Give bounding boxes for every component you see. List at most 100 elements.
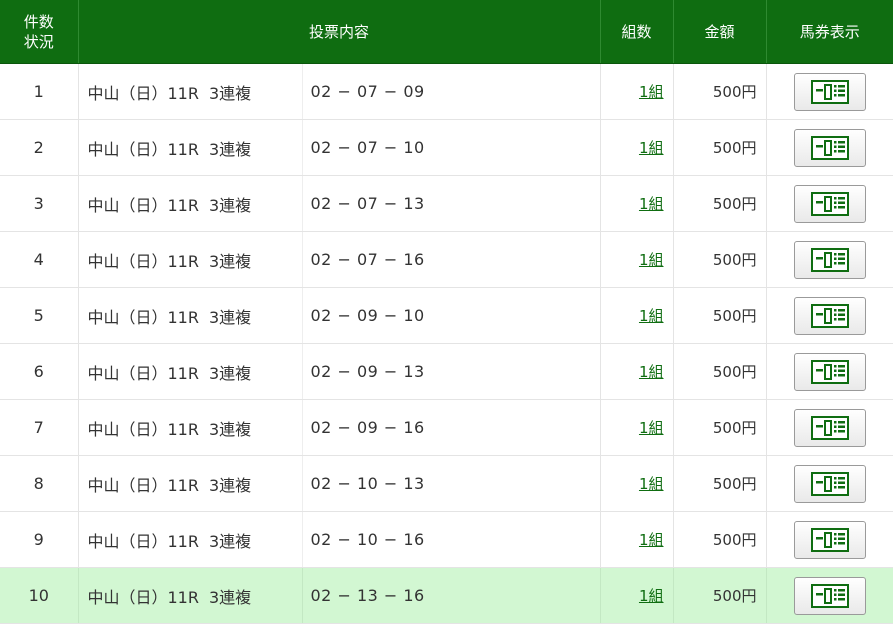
- ticket-cell: [766, 119, 893, 176]
- row-number: 1: [0, 63, 79, 120]
- ticket-icon: [810, 247, 849, 272]
- table-row: 9 中山（日）11R 3連複 02 − 10 − 16 1組 500円: [0, 511, 893, 568]
- ticket-display-button[interactable]: [793, 296, 866, 335]
- header-count-status: 件数 状況: [0, 0, 79, 64]
- kumi-cell: 1組: [600, 287, 674, 344]
- kumi-link[interactable]: 1組: [639, 475, 664, 493]
- table-row: 6 中山（日）11R 3連複 02 − 09 − 13 1組 500円: [0, 343, 893, 400]
- bet-amount: 500円: [673, 455, 767, 512]
- ticket-cell: [766, 231, 893, 288]
- race-cell: 中山（日）11R 3連複: [78, 119, 303, 176]
- ticket-icon: [810, 79, 849, 104]
- header-status-label: 状況: [23, 32, 54, 51]
- ticket-display-button[interactable]: [793, 408, 866, 447]
- kumi-cell: 1組: [600, 567, 674, 624]
- table-header-row: 件数 状況 投票内容 組数 金額 馬券表示: [0, 0, 893, 64]
- bet-type: 3連複: [208, 531, 252, 551]
- kumi-cell: 1組: [600, 63, 674, 120]
- race-cell: 中山（日）11R 3連複: [78, 231, 303, 288]
- ticket-cell: [766, 175, 893, 232]
- horse-combination: 02 − 07 − 09: [302, 63, 601, 120]
- race-venue: 中山（日）11R: [87, 139, 199, 159]
- kumi-link[interactable]: 1組: [639, 251, 664, 269]
- horse-combination: 02 − 13 − 16: [302, 567, 601, 624]
- ticket-icon: [810, 135, 849, 160]
- row-number: 6: [0, 343, 79, 400]
- bet-type: 3連複: [208, 251, 252, 271]
- table-row: 10 中山（日）11R 3連複 02 − 13 − 16 1組 500円: [0, 567, 893, 624]
- ticket-display-button[interactable]: [793, 240, 866, 279]
- table-row: 8 中山（日）11R 3連複 02 − 10 − 13 1組 500円: [0, 455, 893, 512]
- ticket-display-button[interactable]: [793, 464, 866, 503]
- bet-type: 3連複: [208, 475, 252, 495]
- horse-combination: 02 − 10 − 16: [302, 511, 601, 568]
- ticket-display-button[interactable]: [793, 576, 866, 615]
- kumi-cell: 1組: [600, 399, 674, 456]
- race-venue: 中山（日）11R: [87, 475, 199, 495]
- kumi-link[interactable]: 1組: [639, 531, 664, 549]
- row-number: 8: [0, 455, 79, 512]
- race-cell: 中山（日）11R 3連複: [78, 287, 303, 344]
- race-venue: 中山（日）11R: [87, 251, 199, 271]
- horse-combination: 02 − 07 − 13: [302, 175, 601, 232]
- table-row: 7 中山（日）11R 3連複 02 − 09 − 16 1組 500円: [0, 399, 893, 456]
- ticket-display-button[interactable]: [793, 72, 866, 111]
- kumi-link[interactable]: 1組: [639, 587, 664, 605]
- race-venue: 中山（日）11R: [87, 531, 199, 551]
- bet-type: 3連複: [208, 139, 252, 159]
- ticket-icon: [810, 583, 849, 608]
- ticket-display-button[interactable]: [793, 184, 866, 223]
- bet-amount: 500円: [673, 511, 767, 568]
- kumi-link[interactable]: 1組: [639, 139, 664, 157]
- race-cell: 中山（日）11R 3連複: [78, 343, 303, 400]
- race-cell: 中山（日）11R 3連複: [78, 567, 303, 624]
- kumi-link[interactable]: 1組: [639, 307, 664, 325]
- ticket-cell: [766, 511, 893, 568]
- header-count-label: 件数: [23, 12, 54, 31]
- race-cell: 中山（日）11R 3連複: [78, 511, 303, 568]
- table-row: 5 中山（日）11R 3連複 02 − 09 − 10 1組 500円: [0, 287, 893, 344]
- bet-type: 3連複: [208, 419, 252, 439]
- header-amount: 金額: [673, 0, 767, 64]
- ticket-display-button[interactable]: [793, 352, 866, 391]
- race-venue: 中山（日）11R: [87, 195, 199, 215]
- bet-amount: 500円: [673, 175, 767, 232]
- bet-type: 3連複: [208, 195, 252, 215]
- kumi-cell: 1組: [600, 119, 674, 176]
- ticket-icon: [810, 191, 849, 216]
- row-number: 4: [0, 231, 79, 288]
- race-cell: 中山（日）11R 3連複: [78, 455, 303, 512]
- kumi-link[interactable]: 1組: [639, 363, 664, 381]
- bet-amount: 500円: [673, 63, 767, 120]
- ticket-cell: [766, 399, 893, 456]
- table-row: 4 中山（日）11R 3連複 02 − 07 − 16 1組 500円: [0, 231, 893, 288]
- row-number: 7: [0, 399, 79, 456]
- header-kumi: 組数: [600, 0, 674, 64]
- ticket-icon: [810, 303, 849, 328]
- kumi-link[interactable]: 1組: [639, 195, 664, 213]
- bet-type: 3連複: [208, 307, 252, 327]
- ticket-cell: [766, 63, 893, 120]
- bet-amount: 500円: [673, 231, 767, 288]
- ticket-display-button[interactable]: [793, 128, 866, 167]
- kumi-link[interactable]: 1組: [639, 83, 664, 101]
- bet-type: 3連複: [208, 587, 252, 607]
- race-cell: 中山（日）11R 3連複: [78, 399, 303, 456]
- race-cell: 中山（日）11R 3連複: [78, 175, 303, 232]
- race-venue: 中山（日）11R: [87, 307, 199, 327]
- row-number: 3: [0, 175, 79, 232]
- ticket-cell: [766, 343, 893, 400]
- kumi-link[interactable]: 1組: [639, 419, 664, 437]
- horse-combination: 02 − 07 − 16: [302, 231, 601, 288]
- kumi-cell: 1組: [600, 511, 674, 568]
- horse-combination: 02 − 09 − 16: [302, 399, 601, 456]
- ticket-display-button[interactable]: [793, 520, 866, 559]
- kumi-cell: 1組: [600, 175, 674, 232]
- bet-amount: 500円: [673, 119, 767, 176]
- race-venue: 中山（日）11R: [87, 83, 199, 103]
- table-body: 1 中山（日）11R 3連複 02 − 07 − 09 1組 500円 2 中山…: [0, 63, 893, 624]
- bet-amount: 500円: [673, 343, 767, 400]
- horse-combination: 02 − 09 − 13: [302, 343, 601, 400]
- table-row: 3 中山（日）11R 3連複 02 − 07 − 13 1組 500円: [0, 175, 893, 232]
- bet-amount: 500円: [673, 287, 767, 344]
